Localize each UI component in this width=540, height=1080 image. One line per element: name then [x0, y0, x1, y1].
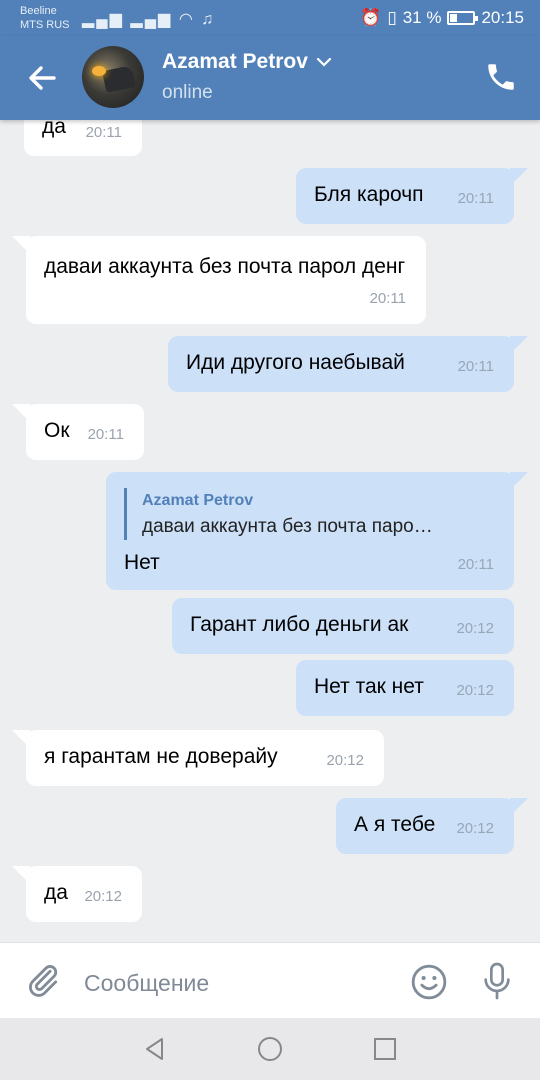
message-list[interactable]: да 20:11 Бля карочп 20:11 даваи аккаунта…	[0, 120, 540, 942]
message-text: даваи аккаунта без почта парол денг	[44, 255, 406, 278]
message-time: 20:12	[456, 620, 494, 637]
message-time: 20:11	[457, 190, 494, 207]
message-text: я гарантам не доверайу	[44, 745, 278, 768]
message-text: Гарант либо деньги ак	[190, 613, 409, 636]
message-text: Нет	[124, 551, 160, 574]
reply-bar	[124, 488, 127, 540]
message-input[interactable]	[84, 965, 384, 1001]
message-outgoing[interactable]: Бля карочп 20:11	[296, 168, 528, 224]
message-text: да	[42, 120, 66, 138]
message-text: А я тебе	[354, 813, 436, 836]
nav-home-icon[interactable]	[255, 1034, 285, 1064]
message-time: 20:12	[326, 752, 364, 769]
battery-percent: 31 %	[402, 8, 442, 27]
message-outgoing[interactable]: Гарант либо деньги ак 20:12	[172, 598, 514, 654]
battery-icon	[447, 11, 479, 25]
contact-status: online	[162, 82, 213, 103]
message-incoming[interactable]: да 20:11	[24, 120, 142, 156]
carrier-info: Beeline MTS RUS	[20, 4, 70, 32]
attach-paperclip-icon[interactable]	[24, 961, 62, 999]
message-outgoing[interactable]: А я тебе 20:12	[336, 798, 528, 854]
chat-header: Azamat Petrov online	[0, 36, 540, 120]
message-text: Иди другого наебывай	[186, 351, 405, 374]
system-navigation-bar	[0, 1018, 540, 1080]
emoji-smile-icon[interactable]	[410, 963, 448, 1001]
message-composer	[0, 942, 540, 1018]
message-incoming[interactable]: я гарантам не доверайу 20:12	[12, 730, 384, 786]
chevron-down-icon	[316, 57, 331, 67]
phone-call-icon[interactable]	[484, 60, 518, 94]
message-time: 20:11	[457, 358, 494, 375]
contact-name-row[interactable]: Azamat Petrov	[162, 50, 332, 74]
message-incoming[interactable]: даваи аккаунта без почта парол денг 20:1…	[12, 236, 426, 324]
message-text: Бля карочп	[314, 183, 424, 206]
clock: 20:15	[481, 8, 524, 27]
message-text: да	[44, 881, 68, 904]
reply-quote: даваи аккаунта без почта паро…	[142, 516, 433, 537]
message-text: Нет так нет	[314, 675, 424, 698]
message-time: 20:11	[457, 556, 494, 573]
signal-icon: ▂▄▆	[82, 11, 124, 28]
music-icon: ♫	[201, 11, 216, 28]
back-arrow-icon[interactable]	[22, 58, 62, 98]
message-time: 20:11	[369, 290, 406, 307]
message-time: 20:12	[456, 682, 494, 699]
nav-back-icon[interactable]	[140, 1034, 170, 1064]
status-right: ⏰ ▯ 31 % 20:15	[360, 8, 524, 28]
message-outgoing[interactable]: Нет так нет 20:12	[296, 660, 514, 716]
signal-icon-2: ▂▄▆	[130, 11, 173, 28]
alarm-icon: ⏰	[360, 8, 382, 27]
message-time: 20:11	[87, 426, 124, 443]
message-time: 20:12	[84, 888, 122, 905]
vibrate-icon: ▯	[387, 8, 397, 27]
avatar[interactable]	[82, 46, 144, 108]
message-incoming[interactable]: да 20:12	[12, 866, 142, 922]
message-time: 20:12	[456, 820, 494, 837]
status-bar: Beeline MTS RUS ▂▄▆ ▂▄▆ ◠ ♫ ⏰ ▯ 31 % 20:…	[0, 0, 540, 36]
message-text: Ок	[44, 419, 70, 442]
nav-recents-icon[interactable]	[370, 1034, 400, 1064]
carrier-2: MTS RUS	[20, 19, 70, 31]
contact-name: Azamat Petrov	[162, 50, 308, 73]
message-time: 20:11	[85, 124, 122, 141]
message-outgoing[interactable]: Иди другого наебывай 20:11	[168, 336, 528, 392]
microphone-icon[interactable]	[480, 961, 514, 1001]
message-outgoing-reply[interactable]: Azamat Petrov даваи аккаунта без почта п…	[106, 472, 528, 590]
signal-wifi-music-icons: ▂▄▆ ▂▄▆ ◠ ♫	[82, 9, 215, 29]
message-incoming[interactable]: Ок 20:11	[12, 404, 144, 460]
carrier-1: Beeline	[20, 5, 57, 17]
wifi-icon: ◠	[178, 11, 195, 28]
